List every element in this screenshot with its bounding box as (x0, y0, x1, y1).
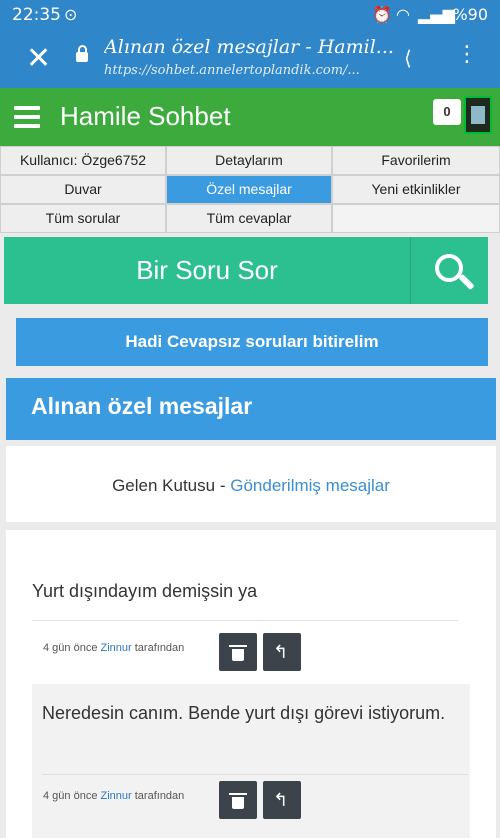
browser-toolbar: ✕ Alınan özel mesajlar - Hamil... https:… (0, 30, 500, 88)
avatar[interactable] (464, 96, 492, 134)
reply-icon: ↰ (273, 642, 289, 663)
message-meta-suffix: tarafından (134, 642, 185, 654)
mailbox-switcher: Gelen Kutusu - Gönderilmiş mesajlar (6, 446, 496, 522)
nav-wall[interactable]: Duvar (0, 175, 166, 204)
nav-new-activities[interactable]: Yeni etkinlikler (332, 175, 500, 204)
message-meta: 4 gün önce Zinnur tarafından (43, 642, 184, 654)
wifi-icon: ◠ (396, 5, 410, 24)
mailbox-separator: - (219, 476, 226, 495)
nav-details[interactable]: Detaylarım (166, 146, 332, 175)
reply-button[interactable]: ↰ (263, 781, 301, 819)
notification-count[interactable]: 0 (433, 99, 461, 125)
search-button[interactable] (410, 237, 489, 304)
more-options-icon[interactable]: ⋮ (456, 42, 478, 67)
delete-button[interactable] (219, 633, 257, 671)
url-text[interactable]: https://sohbet.annelertoplandik.com/... (104, 63, 394, 78)
list-item: Yurt dışındayım demişsin ya (32, 576, 458, 606)
inbox-label: Gelen Kutusu (112, 476, 216, 495)
nav-all-questions[interactable]: Tüm sorular (0, 204, 166, 233)
trash-icon (229, 645, 247, 661)
reply-icon: ↰ (273, 790, 289, 811)
sent-messages-link[interactable]: Gönderilmiş mesajlar (230, 476, 390, 495)
system-status-bar: 22:35 ⊙ ⏰ ◠ ▂▄▆ %90 (0, 0, 500, 30)
message-author-link[interactable]: Zinnur (101, 642, 132, 654)
search-icon (435, 254, 463, 282)
nav-empty-cell (332, 204, 500, 233)
share-icon[interactable]: ⟨ (404, 46, 412, 70)
user-nav-grid: Kullanıcı: Özge6752 Detaylarım Favoriler… (0, 146, 500, 233)
message-list: Yurt dışındayım demişsin ya 4 gün önce Z… (6, 530, 496, 838)
message-meta-suffix: tarafından (134, 790, 185, 802)
divider (32, 620, 458, 621)
ask-question-bar: Bir Soru Sor (4, 237, 488, 304)
clock: 22:35 (12, 5, 61, 25)
page-title[interactable]: Alınan özel mesajlar - Hamil... (104, 36, 394, 58)
delete-button[interactable] (219, 781, 257, 819)
nav-favorites[interactable]: Favorilerim (332, 146, 500, 175)
message-text: Neredesin canım. Bende yurt dışı görevi … (42, 703, 446, 723)
message-time: 4 gün önce (43, 790, 98, 802)
nav-user[interactable]: Kullanıcı: Özge6752 (0, 146, 166, 175)
lock-icon (76, 45, 88, 62)
trash-icon (229, 793, 247, 809)
site-title[interactable]: Hamile Sohbet (60, 101, 231, 132)
unanswered-questions-button[interactable]: Hadi Cevapsız soruları bitirelim (16, 318, 488, 366)
message-text: Yurt dışındayım demişsin ya (32, 581, 258, 601)
close-icon[interactable]: ✕ (26, 44, 51, 74)
battery-level: %90 (452, 5, 488, 24)
reply-button[interactable]: ↰ (263, 633, 301, 671)
signal-icon: ▂▄▆ (418, 5, 455, 24)
message-meta: 4 gün önce Zinnur tarafından (43, 790, 184, 802)
alarm-icon: ⏰ (372, 5, 392, 24)
menu-icon[interactable] (14, 106, 40, 128)
message-author-link[interactable]: Zinnur (101, 790, 132, 802)
nav-private-messages[interactable]: Özel mesajlar (166, 175, 332, 204)
list-item: Neredesin canım. Bende yurt dışı görevi … (32, 684, 470, 838)
sync-icon: ⊙ (64, 5, 78, 24)
section-title: Alınan özel mesajlar (6, 378, 496, 440)
site-header: Hamile Sohbet (0, 88, 500, 146)
ask-question-button[interactable]: Bir Soru Sor (4, 237, 410, 304)
nav-all-answers[interactable]: Tüm cevaplar (166, 204, 332, 233)
message-time: 4 gün önce (43, 642, 98, 654)
divider (42, 774, 468, 775)
